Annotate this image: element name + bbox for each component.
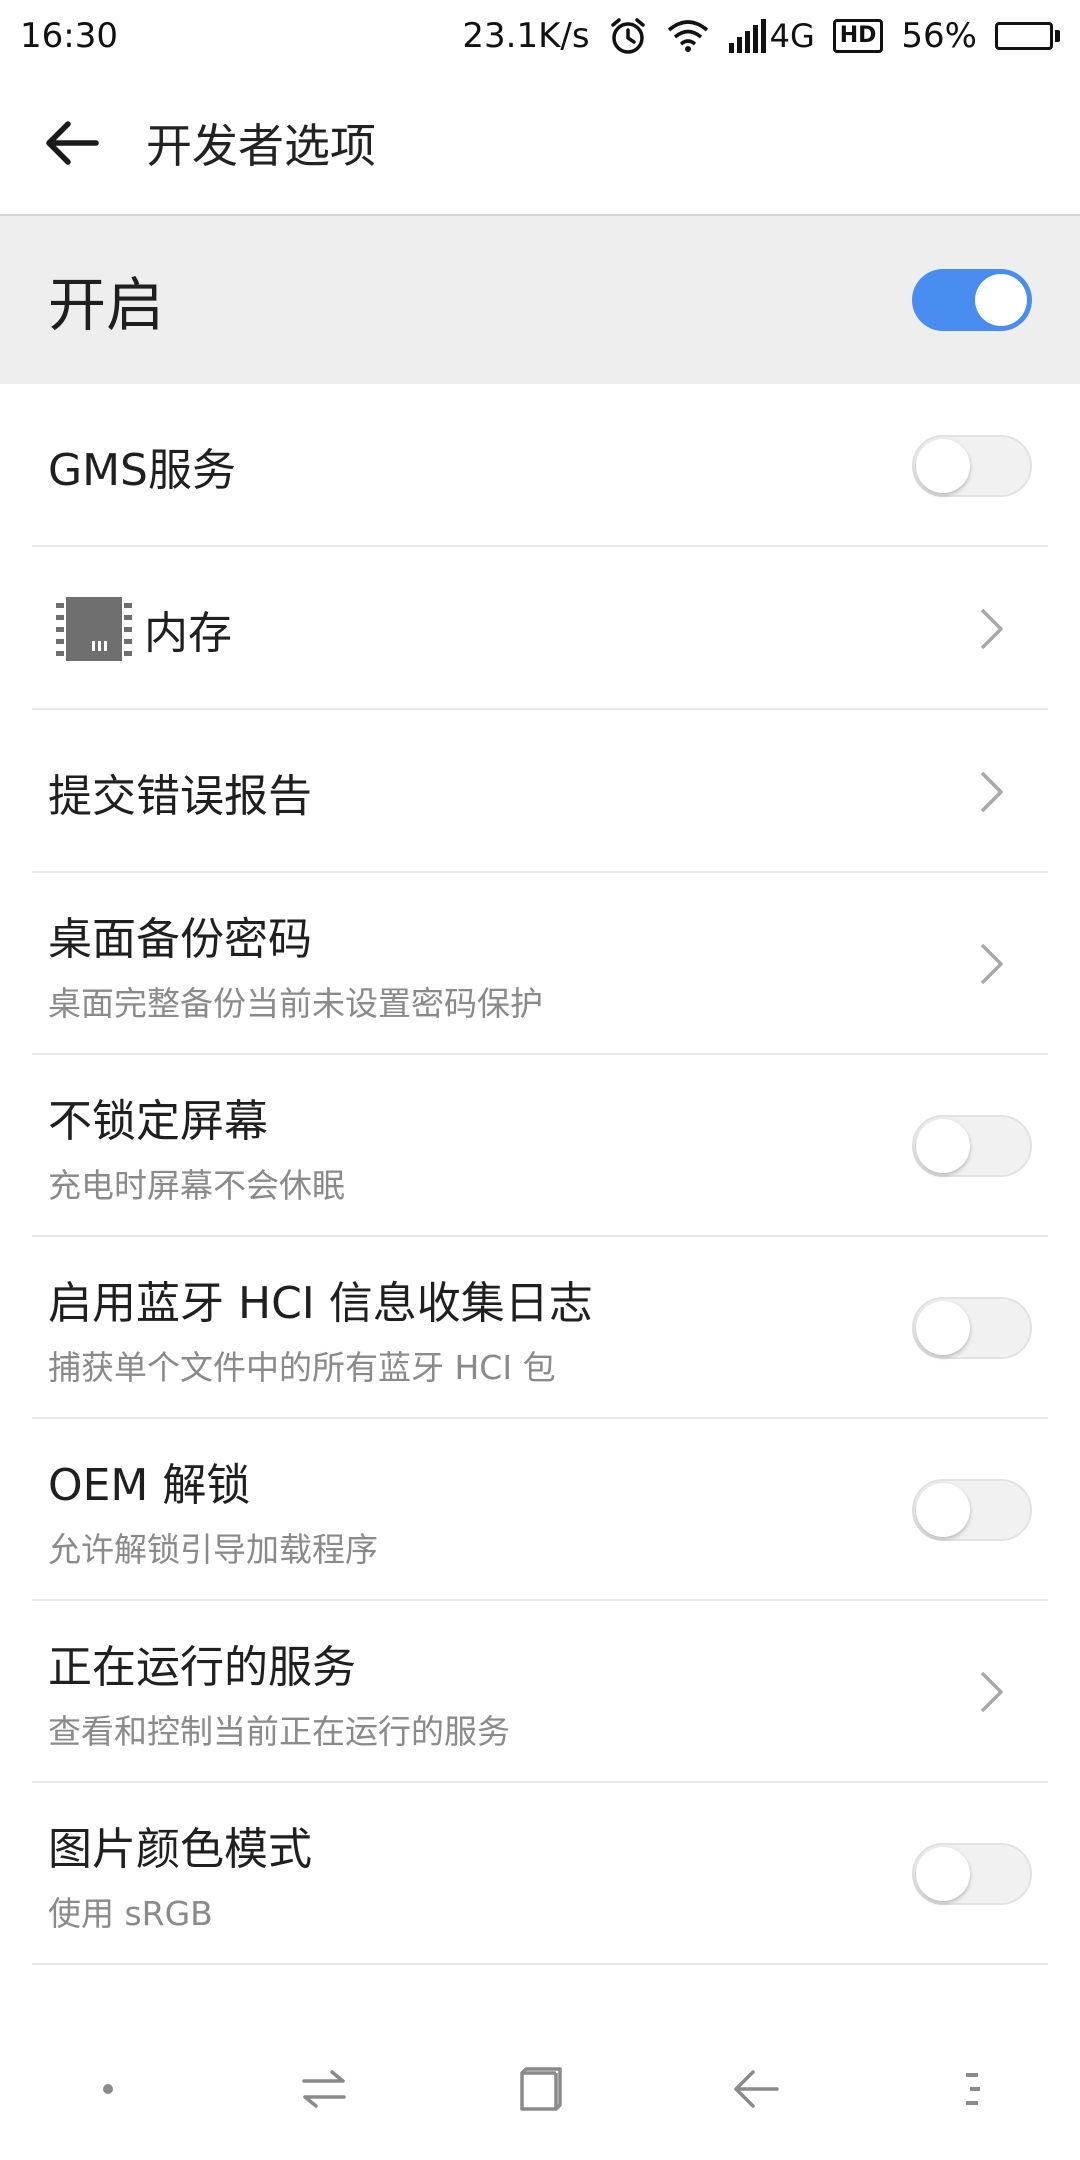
network-speed: 23.1K/s (462, 16, 590, 56)
more-icon (966, 2073, 980, 2105)
setting-title: 正在运行的服务 (48, 1642, 356, 1693)
setting-desktop-backup-password[interactable]: 桌面备份密码 桌面完整备份当前未设置密码保护 (0, 873, 1080, 1055)
setting-title: 不锁定屏幕 (48, 1096, 268, 1147)
setting-title: OEM 解锁 (48, 1460, 251, 1511)
chevron-right-icon (972, 934, 1012, 994)
setting-title: GMS服务 (48, 444, 236, 496)
chevron-right-icon (972, 1662, 1012, 1722)
hd-icon: HD (832, 19, 884, 53)
chevron-right-icon (972, 599, 1012, 659)
gms-service-toggle[interactable] (912, 434, 1032, 497)
setting-title: 提交错误报告 (48, 770, 312, 822)
nav-more-button[interactable] (912, 2029, 1032, 2149)
alarm-icon (608, 16, 648, 56)
nav-back-button[interactable] (696, 2029, 816, 2149)
setting-title: 图片颜色模式 (48, 1824, 312, 1875)
switch-arrows-icon (302, 2070, 346, 2108)
setting-running-services[interactable]: 正在运行的服务 查看和控制当前正在运行的服务 (0, 1601, 1080, 1783)
setting-picture-color-mode[interactable]: 图片颜色模式 使用 sRGB (0, 1783, 1080, 1965)
back-arrow-icon (46, 121, 99, 165)
memory-chip-icon (56, 596, 132, 661)
master-toggle[interactable] (912, 269, 1032, 331)
back-button[interactable] (12, 83, 132, 203)
back-icon (734, 2070, 779, 2108)
square-icon (520, 2067, 562, 2111)
setting-subtitle: 允许解锁引导加载程序 (48, 1530, 378, 1569)
network-type: 4G (769, 17, 815, 55)
nav-menu-dot-button[interactable] (48, 2029, 168, 2149)
chevron-right-icon (972, 762, 1012, 822)
setting-title: 内存 (144, 607, 232, 659)
battery-percent: 56% (901, 16, 977, 56)
status-time: 16:30 (20, 16, 118, 56)
master-switch-row[interactable]: 开启 (0, 216, 1080, 384)
setting-subtitle: 查看和控制当前正在运行的服务 (48, 1712, 510, 1751)
oem-unlock-toggle[interactable] (912, 1479, 1032, 1541)
settings-list: GMS服务 内存 提交错误报告 桌面备份密码 桌面完整备份当前未设置密码保护 不… (0, 384, 1080, 1965)
picture-color-mode-toggle[interactable] (912, 1843, 1032, 1905)
page-title: 开发者选项 (146, 119, 376, 173)
nav-switch-apps-button[interactable] (264, 2029, 384, 2149)
master-switch-label: 开启 (48, 271, 165, 339)
battery-icon (995, 22, 1060, 50)
nav-home-button[interactable] (480, 2029, 600, 2149)
status-bar: 16:30 23.1K/s 4G HD 56% (0, 0, 1080, 72)
setting-oem-unlock[interactable]: OEM 解锁 允许解锁引导加载程序 (0, 1419, 1080, 1601)
status-right: 23.1K/s 4G HD 56% (462, 16, 1060, 56)
setting-subtitle: 充电时屏幕不会休眠 (48, 1166, 345, 1205)
stay-awake-toggle[interactable] (912, 1115, 1032, 1177)
setting-subtitle: 桌面完整备份当前未设置密码保护 (48, 984, 543, 1023)
setting-bluetooth-hci-log[interactable]: 启用蓝牙 HCI 信息收集日志 捕获单个文件中的所有蓝牙 HCI 包 (0, 1237, 1080, 1419)
setting-title: 启用蓝牙 HCI 信息收集日志 (48, 1278, 593, 1329)
setting-subtitle: 捕获单个文件中的所有蓝牙 HCI 包 (48, 1348, 556, 1387)
setting-title: 桌面备份密码 (48, 914, 312, 965)
app-header: 开发者选项 (0, 72, 1080, 214)
bluetooth-hci-log-toggle[interactable] (912, 1297, 1032, 1359)
setting-gms-service[interactable]: GMS服务 (0, 384, 1080, 547)
navigation-bar (0, 2018, 1080, 2160)
setting-stay-awake[interactable]: 不锁定屏幕 充电时屏幕不会休眠 (0, 1055, 1080, 1237)
signal-icon: 4G (728, 17, 815, 55)
menu-dot-icon (103, 2084, 113, 2094)
setting-bug-report[interactable]: 提交错误报告 (0, 710, 1080, 873)
setting-subtitle: 使用 sRGB (48, 1894, 213, 1933)
wifi-icon (666, 18, 710, 54)
setting-memory[interactable]: 内存 (0, 547, 1080, 710)
